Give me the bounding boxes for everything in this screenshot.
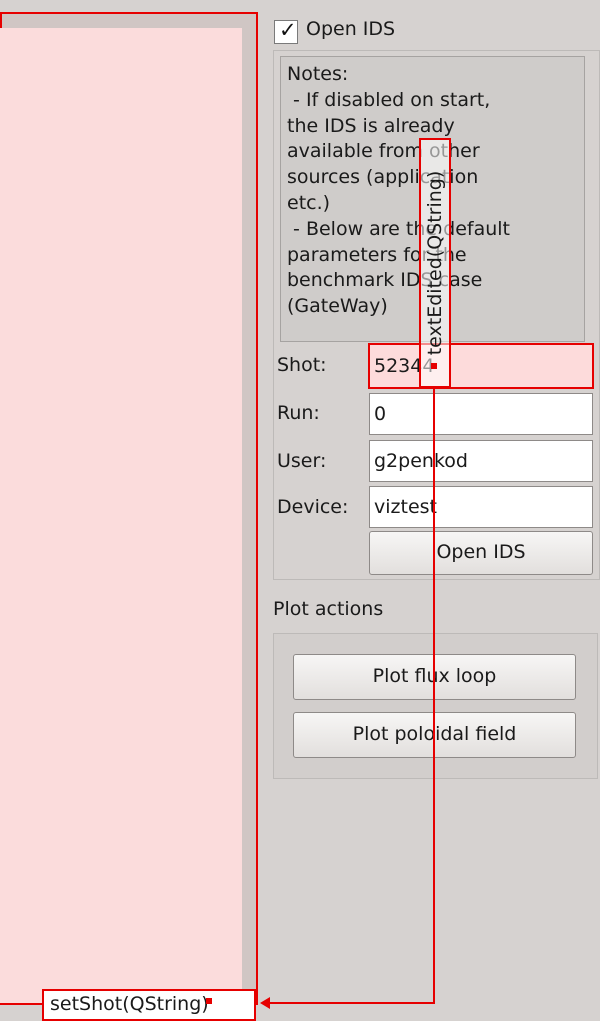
notes-line: Notes: <box>287 63 349 85</box>
connection-start-dot <box>431 363 437 369</box>
device-input[interactable]: viztest <box>369 486 593 528</box>
arrow-head-icon <box>260 997 270 1009</box>
connection-slot-dot <box>206 998 212 1004</box>
shot-input[interactable]: 52344 <box>368 343 594 389</box>
left-widget-content <box>0 28 242 1003</box>
plot-actions-title: Plot actions <box>273 598 384 620</box>
signal-label-text: textEdited(QString) <box>424 170 446 356</box>
device-input-value: viztest <box>374 496 437 518</box>
slot-label[interactable]: setShot(QString) <box>42 989 256 1021</box>
connection-line-vertical <box>433 386 435 1004</box>
run-input-value: 0 <box>374 403 387 425</box>
user-input[interactable]: g2penkod <box>369 440 593 482</box>
notes-line: the IDS is already <box>287 114 455 137</box>
user-input-value: g2penkod <box>374 450 468 472</box>
connection-line-horizontal <box>262 1002 435 1004</box>
open-ids-checkbox-label[interactable]: Open IDS <box>306 18 395 40</box>
checkmark-icon: ✓ <box>279 18 297 42</box>
signal-label[interactable]: textEdited(QString) <box>419 138 451 388</box>
shot-label: Shot: <box>277 354 327 376</box>
run-label: Run: <box>277 402 320 424</box>
run-input[interactable]: 0 <box>369 393 593 435</box>
device-label: Device: <box>277 496 349 518</box>
user-label: User: <box>277 450 327 472</box>
notes-line: - If disabled on start, <box>287 88 491 111</box>
open-ids-button[interactable]: Open IDS <box>369 531 593 575</box>
open-ids-checkbox[interactable]: ✓ <box>274 18 298 44</box>
